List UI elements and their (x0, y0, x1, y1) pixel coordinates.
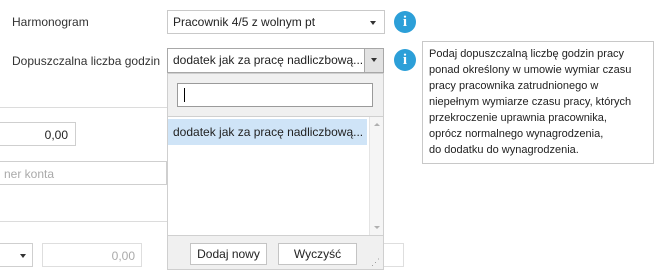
tooltip-line: ponad określony w umowie wymiar czasu (429, 64, 632, 76)
dropdown-search-input[interactable] (177, 83, 373, 107)
dropdown-scrollbar[interactable] (369, 117, 383, 235)
hours-dropdown-toggle[interactable] (364, 48, 384, 73)
bottom-select[interactable] (0, 243, 33, 267)
info-icon[interactable]: i (394, 49, 416, 71)
tooltip-line: oprócz normalnego wynagrodzenia, (429, 128, 604, 140)
section-divider (0, 221, 167, 222)
amount-value: 0,00 (44, 128, 68, 142)
bottom-amount-field[interactable]: 0,00 (42, 243, 142, 267)
harmonogram-label: Harmonogram (12, 15, 89, 29)
hours-label: Dopuszczalna liczba godzin (12, 54, 161, 68)
chevron-down-icon (370, 21, 376, 25)
tooltip-line: pracy pracownika zatrudnionego w (429, 80, 599, 92)
hours-value: dodatek jak za pracę nadliczbową... (173, 53, 364, 67)
clear-button[interactable]: Wyczyść (278, 243, 357, 265)
resize-grip-icon[interactable]: ⋰ (371, 258, 380, 267)
scroll-up-icon[interactable] (374, 123, 380, 126)
dropdown-option[interactable]: dodatek jak za pracę nadliczbową... (168, 119, 367, 145)
info-icon[interactable]: i (394, 11, 416, 33)
account-placeholder: ner konta (4, 167, 55, 181)
tooltip-line: przekroczenie uprawnia pracownika, (429, 112, 607, 124)
hours-select[interactable]: dodatek jak za pracę nadliczbową... (167, 48, 384, 73)
add-new-button[interactable]: Dodaj nowy (190, 243, 267, 265)
hours-tooltip: Podaj dopuszczalną liczbę godzin pracy p… (422, 41, 654, 164)
bottom-amount-value: 0,00 (111, 249, 135, 263)
harmonogram-value: Pracownik 4/5 z wolnym pt (173, 15, 316, 29)
chevron-down-icon (20, 254, 26, 258)
dropdown-popup: dodatek jak za pracę nadliczbową... Doda… (167, 73, 384, 270)
account-number-field[interactable]: ner konta (0, 161, 167, 185)
text-cursor (184, 88, 185, 102)
tooltip-line: do dodatku do wynagrodzenia. (429, 144, 579, 156)
chevron-down-icon (371, 58, 377, 62)
section-divider (0, 107, 167, 108)
amount-field[interactable]: 0,00 (0, 122, 76, 146)
tooltip-line: Podaj dopuszczalną liczbę godzin pracy (429, 48, 625, 60)
dropdown-list: dodatek jak za pracę nadliczbową... (168, 116, 383, 236)
scroll-down-icon[interactable] (374, 226, 380, 229)
tooltip-line: niepełnym wymiarze czasu pracy, których (429, 96, 632, 108)
harmonogram-select[interactable]: Pracownik 4/5 z wolnym pt (167, 10, 385, 34)
